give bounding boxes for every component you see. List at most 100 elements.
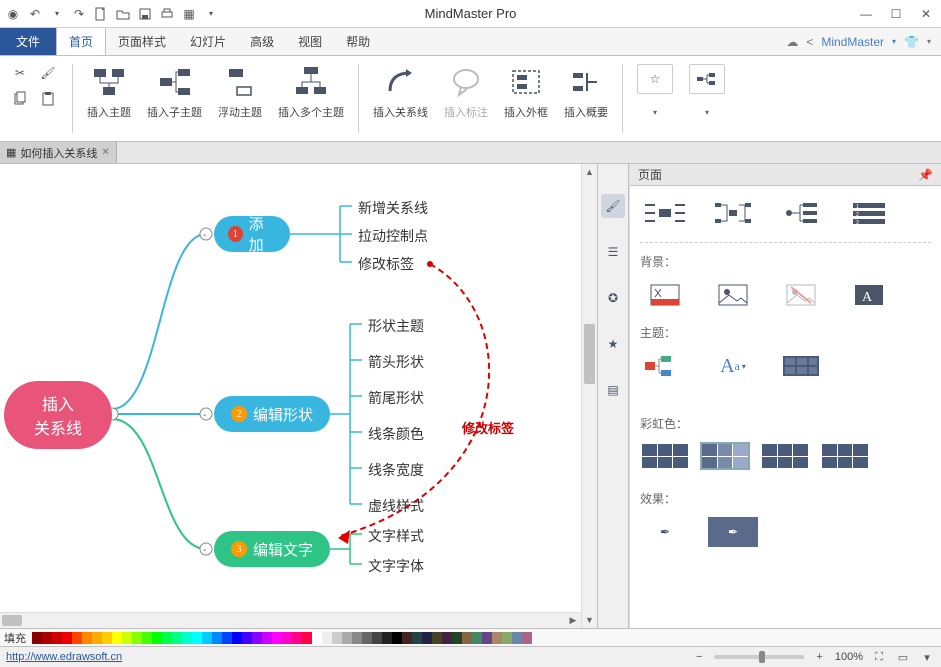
status-url[interactable]: http://www.edrawsoft.cn (6, 651, 122, 663)
print-icon[interactable] (158, 5, 176, 23)
fullscreen-icon[interactable]: ▭ (895, 649, 911, 665)
calendar-panel-icon[interactable]: ▤ (601, 378, 625, 402)
undo-icon[interactable]: ↶ (26, 5, 44, 23)
layout-option[interactable] (640, 198, 690, 228)
color-swatch[interactable] (192, 632, 202, 644)
node-edit-text[interactable]: 3 编辑文字 (214, 531, 330, 567)
leaf[interactable]: 形状主题 (368, 316, 424, 336)
paste-icon[interactable] (36, 88, 60, 110)
color-swatch[interactable] (442, 632, 452, 644)
color-swatch[interactable] (332, 632, 342, 644)
color-swatch[interactable] (462, 632, 472, 644)
structure-box-button[interactable] (689, 64, 725, 94)
insert-boundary-button[interactable]: 插入外框 (500, 60, 552, 122)
color-swatch[interactable] (72, 632, 82, 644)
scroll-right-icon[interactable]: ▶ (565, 613, 581, 628)
color-swatch[interactable] (102, 632, 112, 644)
effect-option[interactable]: ✒ (640, 517, 690, 547)
color-swatch[interactable] (272, 632, 282, 644)
horizontal-scrollbar[interactable]: ◀ ▶ (0, 612, 581, 628)
canvas[interactable]: - - - - 插入 关系线 1 添加 2 编辑形状 3 编辑文字 新增关系线 … (0, 164, 597, 628)
save-icon[interactable] (136, 5, 154, 23)
shirt-icon[interactable]: 👕 (904, 35, 919, 49)
insert-multi-button[interactable]: 插入多个主题 (274, 60, 348, 122)
star-panel-icon[interactable]: ★ (601, 332, 625, 356)
color-swatch[interactable] (352, 632, 362, 644)
close-icon[interactable]: ✕ (101, 147, 109, 158)
color-swatch[interactable] (262, 632, 272, 644)
color-swatch[interactable] (362, 632, 372, 644)
leaf[interactable]: 虚线样式 (368, 496, 424, 516)
bg-watermark-button[interactable]: A (844, 280, 894, 310)
rainbow-option[interactable] (760, 442, 810, 470)
color-swatch[interactable] (512, 632, 522, 644)
color-swatch[interactable] (42, 632, 52, 644)
color-swatch[interactable] (202, 632, 212, 644)
insert-topic-button[interactable]: 插入主题 (83, 60, 135, 122)
floating-topic-button[interactable]: 浮动主题 (214, 60, 266, 122)
copy-icon[interactable] (8, 88, 32, 110)
color-swatch[interactable] (502, 632, 512, 644)
color-swatch[interactable] (312, 632, 322, 644)
color-swatch[interactable] (212, 632, 222, 644)
fit-page-icon[interactable]: ⛶ (871, 649, 887, 665)
file-tab[interactable]: 文件 (0, 28, 56, 55)
color-swatch[interactable] (152, 632, 162, 644)
zoom-in-button[interactable]: + (812, 651, 826, 663)
color-swatch[interactable] (132, 632, 142, 644)
close-button[interactable]: ✕ (911, 0, 941, 28)
color-swatch[interactable] (342, 632, 352, 644)
tab-help[interactable]: 帮助 (334, 28, 382, 55)
root-node[interactable]: 插入 关系线 (4, 381, 112, 449)
new-file-icon[interactable] (92, 5, 110, 23)
tab-page-style[interactable]: 页面样式 (106, 28, 178, 55)
qat-more-icon[interactable]: ▾ (202, 5, 220, 23)
share-icon[interactable]: < (806, 35, 813, 49)
list-panel-icon[interactable]: ☰ (601, 240, 625, 264)
open-icon[interactable] (114, 5, 132, 23)
color-swatch[interactable] (182, 632, 192, 644)
leaf[interactable]: 线条颜色 (368, 424, 424, 444)
brush-panel-icon[interactable]: 🖌 (601, 194, 625, 218)
color-swatch[interactable] (282, 632, 292, 644)
document-tab[interactable]: ▦ 如何插入关系线 ✕ (0, 142, 117, 163)
leaf[interactable]: 箭尾形状 (368, 388, 424, 408)
maximize-button[interactable]: ☐ (881, 0, 911, 28)
vertical-scrollbar[interactable]: ▲ ▼ (581, 164, 597, 628)
color-swatch[interactable] (292, 632, 302, 644)
color-swatch[interactable] (522, 632, 532, 644)
color-swatch[interactable] (82, 632, 92, 644)
node-add[interactable]: 1 添加 (214, 216, 290, 252)
color-swatch[interactable] (112, 632, 122, 644)
layout-option[interactable] (708, 198, 758, 228)
color-swatch[interactable] (452, 632, 462, 644)
zoom-out-button[interactable]: − (692, 651, 706, 663)
redo-icon[interactable]: ↷ (70, 5, 88, 23)
badge-panel-icon[interactable]: ✪ (601, 286, 625, 310)
scroll-thumb[interactable] (2, 615, 22, 626)
scroll-thumb[interactable] (584, 324, 595, 384)
bg-color-button[interactable] (640, 280, 690, 310)
color-swatch[interactable] (392, 632, 402, 644)
insert-relation-button[interactable]: 插入关系线 (369, 60, 432, 122)
brush-icon[interactable]: 🖌 (36, 62, 60, 84)
color-swatch[interactable] (432, 632, 442, 644)
rainbow-option[interactable] (640, 442, 690, 470)
color-swatch[interactable] (492, 632, 502, 644)
compass-icon[interactable]: ◉ (4, 5, 22, 23)
color-swatch[interactable] (162, 632, 172, 644)
color-swatch[interactable] (62, 632, 72, 644)
effect-option[interactable]: ✒ (708, 517, 758, 547)
color-swatch[interactable] (402, 632, 412, 644)
scroll-down-icon[interactable]: ▼ (582, 612, 597, 628)
leaf[interactable]: 拉动控制点 (358, 226, 428, 246)
color-swatch[interactable] (122, 632, 132, 644)
color-swatch[interactable] (252, 632, 262, 644)
layout-option[interactable] (776, 198, 826, 228)
layout-option[interactable]: 123 (844, 198, 894, 228)
color-swatch[interactable] (482, 632, 492, 644)
bg-remove-button[interactable] (776, 280, 826, 310)
chevron-down-icon[interactable]: ▾ (919, 649, 935, 665)
color-swatch[interactable] (322, 632, 332, 644)
color-swatch[interactable] (412, 632, 422, 644)
